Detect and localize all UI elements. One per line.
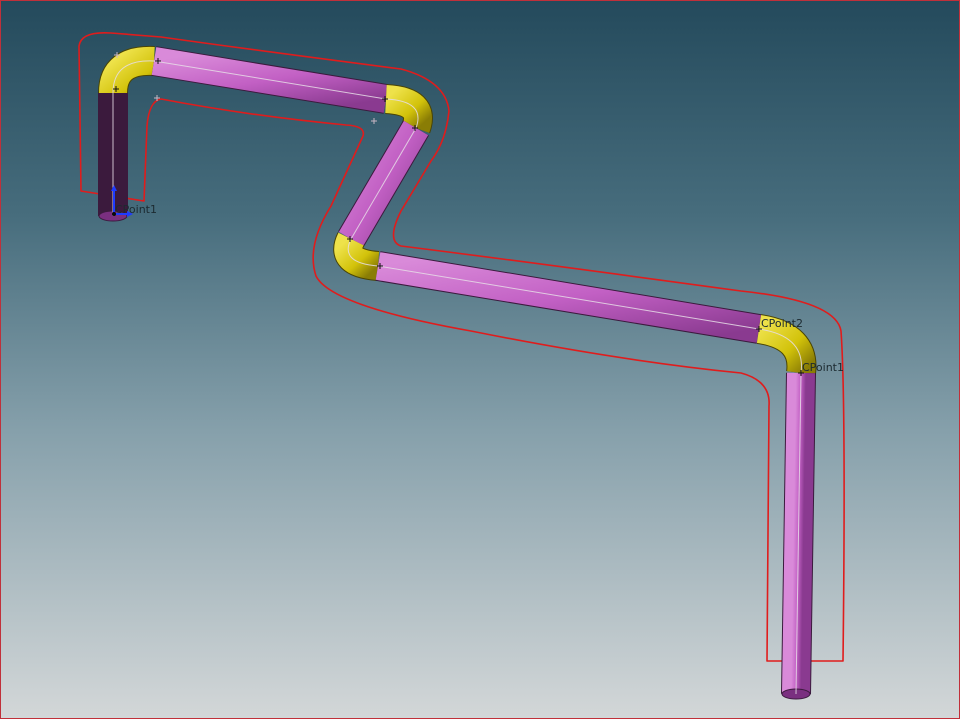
outline-sketch [78, 31, 845, 662]
mid-point-label: CPoint2 [761, 317, 803, 330]
end-point-label: CPoint1 [802, 361, 844, 374]
start-point-label: CPoint1 [115, 203, 157, 216]
pipe-route[interactable] [98, 45, 817, 700]
pipe-route-scene[interactable]: CPoint1 CPoint2 CPoint1 [1, 1, 960, 719]
graphics-viewport[interactable]: CPoint1 CPoint2 CPoint1 [0, 0, 960, 719]
route-centerline [112, 60, 802, 695]
